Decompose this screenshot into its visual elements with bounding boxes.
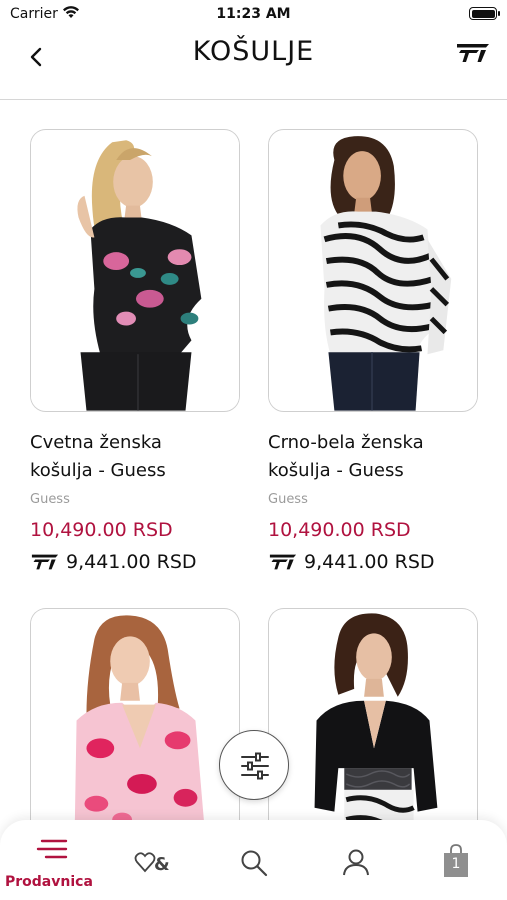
- shop-menu-icon: [36, 839, 68, 859]
- product-price: 10,490.00 RSD: [30, 519, 173, 541]
- brand-logo-icon: [31, 554, 59, 570]
- product-image[interactable]: [268, 129, 478, 412]
- cart-count-badge: 1: [451, 856, 461, 872]
- floral-shirt-model-image: [31, 130, 239, 411]
- clock: 11:23 AM: [216, 6, 291, 22]
- page-title: KOŠULJE: [192, 36, 315, 67]
- tab-wishlist[interactable]: &: [118, 820, 188, 900]
- product-image[interactable]: [30, 129, 240, 412]
- tab-label-shop: Prodavnica: [5, 874, 93, 890]
- product-brand: Guess: [268, 492, 308, 507]
- profile-icon: [343, 849, 369, 876]
- product-image[interactable]: [268, 608, 478, 838]
- brand-logo-icon[interactable]: [457, 42, 489, 64]
- filter-sliders-icon: [241, 752, 269, 780]
- search-icon: [241, 850, 268, 877]
- tab-cart[interactable]: 1: [420, 820, 490, 900]
- battery-icon: [469, 7, 500, 20]
- member-price: 9,441.00 RSD: [30, 551, 197, 573]
- bottom-tab-bar: Prodavnica & 1: [0, 820, 507, 900]
- status-bar: Carrier 11:23 AM: [0, 0, 507, 28]
- pink-floral-blouse-image: [31, 609, 239, 838]
- nav-bar: KOŠULJE: [0, 28, 507, 100]
- zebra-shirt-model-image: [269, 130, 477, 411]
- tab-shop[interactable]: Prodavnica: [0, 820, 100, 900]
- product-brand: Guess: [30, 492, 70, 507]
- member-price-value: 9,441.00 RSD: [304, 551, 435, 573]
- member-price-value: 9,441.00 RSD: [66, 551, 197, 573]
- black-lace-top-image: [269, 609, 477, 838]
- product-name[interactable]: Crno-bela ženska košulja - Guess: [268, 429, 507, 485]
- tab-search[interactable]: [218, 820, 288, 900]
- member-price: 9,441.00 RSD: [268, 551, 435, 573]
- product-name[interactable]: Cvetna ženska košulja - Guess: [30, 429, 270, 485]
- tab-profile[interactable]: [320, 820, 390, 900]
- product-price: 10,490.00 RSD: [268, 519, 411, 541]
- product-image[interactable]: [30, 608, 240, 838]
- brand-logo-icon: [269, 554, 297, 570]
- wishlist-heart-icon: &: [134, 852, 170, 874]
- filter-button[interactable]: [219, 730, 289, 800]
- svg-text:&: &: [154, 854, 170, 874]
